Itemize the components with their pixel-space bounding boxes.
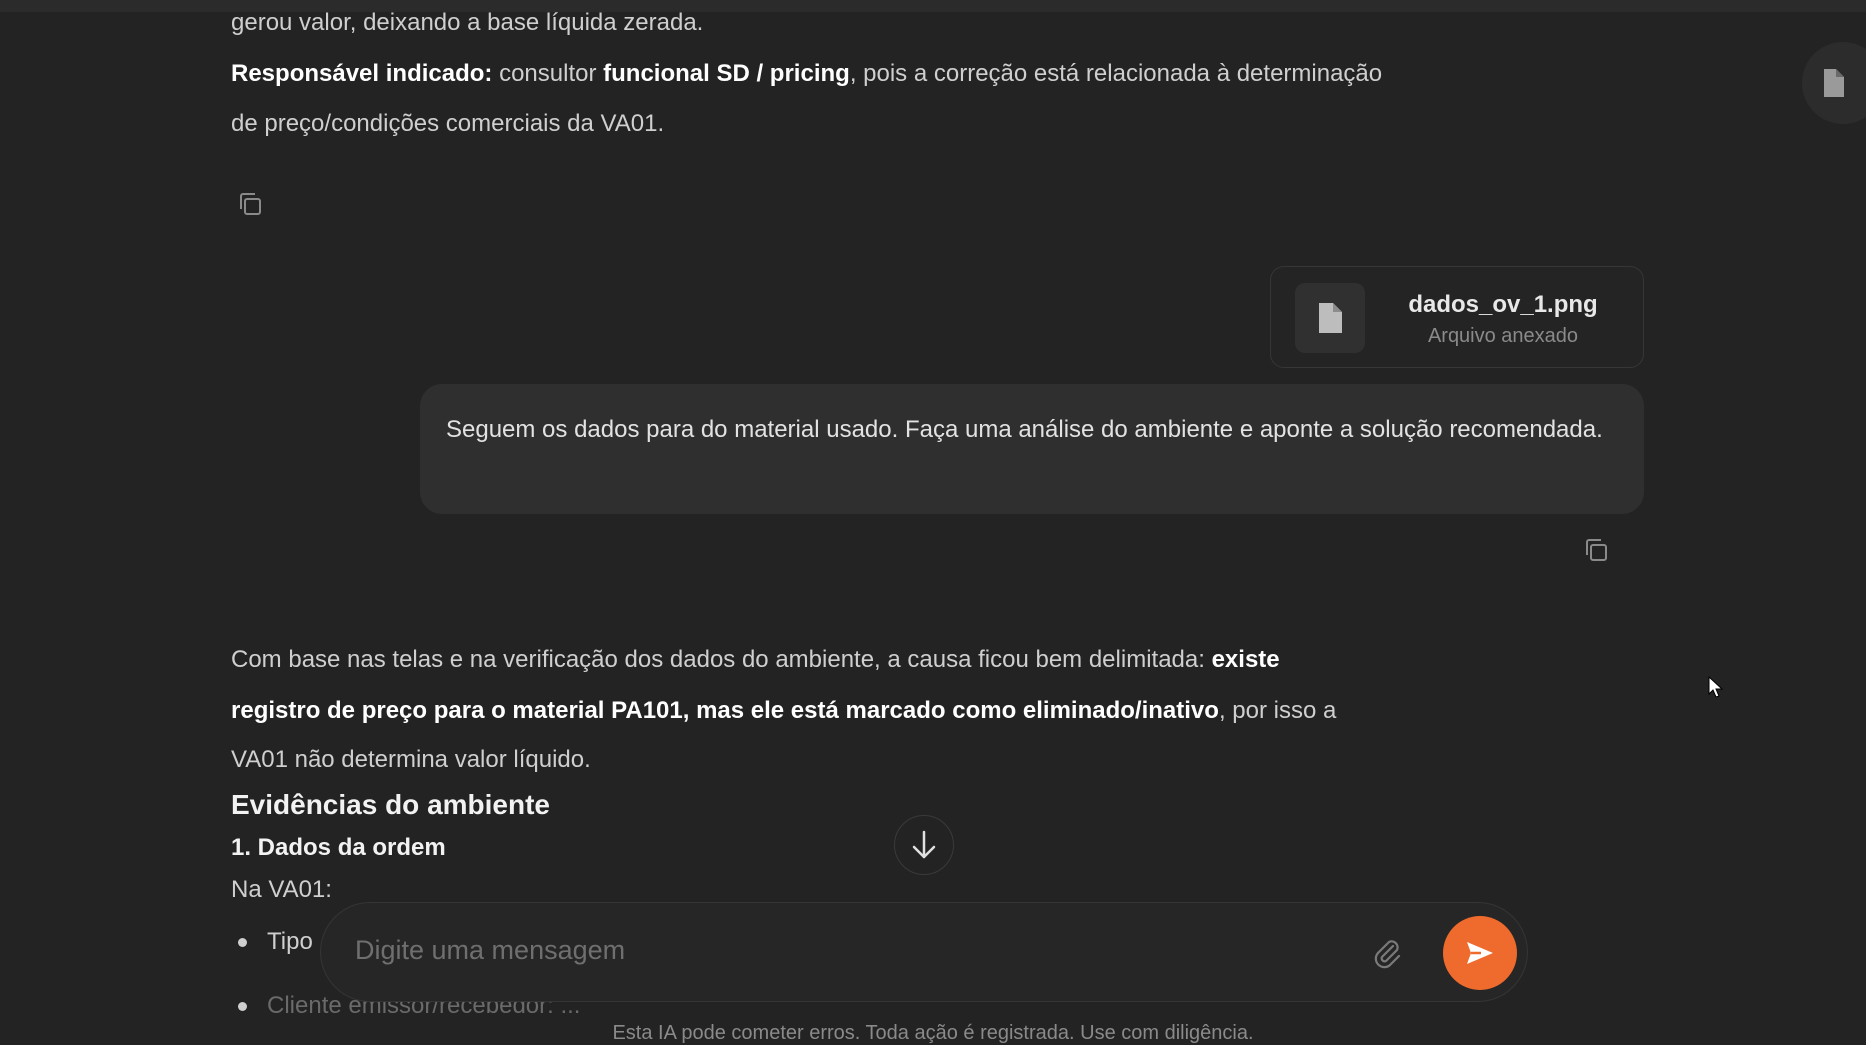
send-icon: [1467, 942, 1493, 964]
message-input[interactable]: Digite uma mensagem: [355, 935, 625, 966]
na-va01-label: Na VA01:: [231, 876, 332, 903]
responsavel-bold: funcional SD / pricing: [603, 60, 850, 87]
copy-icon[interactable]: [237, 191, 263, 217]
intro-bold-2: registro de preço para o material PA101,…: [231, 697, 1219, 724]
intro-text-post: , por isso a: [1218, 697, 1337, 724]
attachment-filename: dados_ov_1.png: [1408, 291, 1598, 318]
attachment-subtitle: Arquivo anexado: [1427, 325, 1579, 347]
intro-bold: existe: [1211, 646, 1280, 673]
file-thumbnail: [1295, 283, 1365, 353]
assistant-response-intro: Com base nas telas e na verificação dos …: [231, 635, 1280, 685]
side-document-button[interactable]: [1802, 42, 1866, 124]
bullet-dot: [238, 1002, 247, 1011]
document-icon: [1824, 69, 1844, 97]
disclaimer-text: Esta IA pode cometer erros. Toda ação é …: [612, 1022, 1254, 1044]
message-composer[interactable]: Digite uma mensagem: [320, 902, 1528, 1002]
section-subheading: 1. Dados da ordem: [231, 834, 446, 861]
intro-text: Com base nas telas e na verificação dos …: [231, 646, 1212, 673]
send-button[interactable]: [1443, 916, 1517, 990]
assistant-response-intro-line2: registro de preço para o material PA101,…: [231, 686, 1336, 736]
paperclip-icon[interactable]: [1371, 937, 1403, 969]
list-item: Tipo: [267, 928, 313, 955]
arrow-down-icon: [912, 830, 936, 859]
attachment-card[interactable]: dados_ov_1.png Arquivo anexado: [1270, 266, 1644, 368]
responsavel-text-post: , pois a correção está relacionada à det…: [849, 60, 1383, 87]
assistant-response-responsavel: Responsável indicado: consultor funciona…: [231, 49, 1382, 99]
user-message-bubble: Seguem os dados para do material usado. …: [420, 384, 1644, 514]
cursor-icon: [1708, 676, 1724, 698]
user-message-text: Seguem os dados para do material usado. …: [446, 416, 1603, 443]
scroll-down-button[interactable]: [894, 815, 954, 875]
assistant-response-intro-line3: VA01 não determina valor líquido.: [231, 746, 591, 773]
responsavel-label: Responsável indicado:: [231, 60, 493, 87]
responsavel-text: consultor: [492, 60, 604, 87]
assistant-response-line: gerou valor, deixando a base líquida zer…: [231, 9, 704, 36]
bullet-dot: [238, 938, 247, 947]
section-heading: Evidências do ambiente: [231, 789, 550, 820]
file-icon: [1319, 303, 1342, 333]
copy-icon[interactable]: [1583, 537, 1609, 563]
assistant-response-line: de preço/condições comerciais da VA01.: [231, 110, 665, 137]
